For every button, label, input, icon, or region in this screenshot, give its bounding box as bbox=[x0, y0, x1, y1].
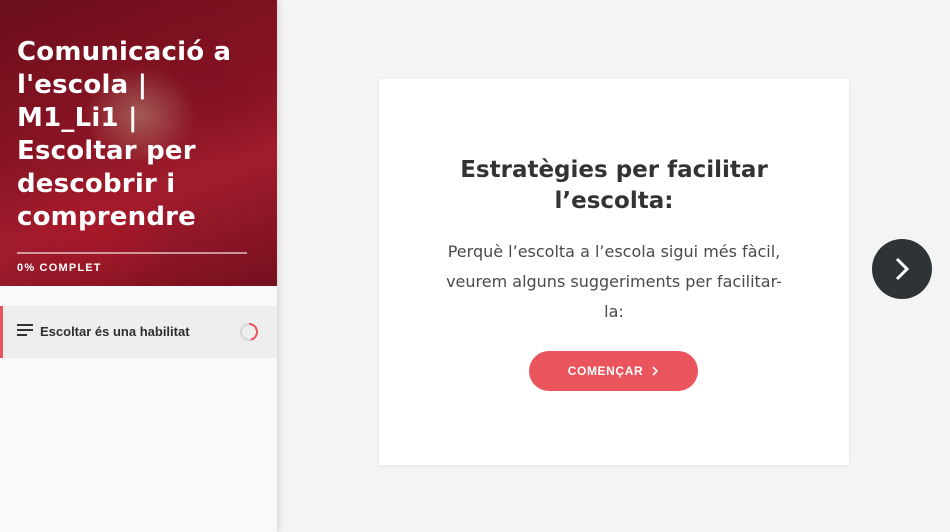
menu-lines-icon bbox=[17, 324, 33, 338]
progress-ring-icon bbox=[240, 322, 258, 341]
course-title: Comunicació a l'escola | M1_Li1 | Escolt… bbox=[17, 37, 232, 232]
lesson-card: Estratègies per facilitar l’escolta: Per… bbox=[379, 79, 849, 465]
course-cover: Comunicació a l'escola | M1_Li1 | Escolt… bbox=[0, 0, 277, 286]
course-progress-bar bbox=[17, 252, 247, 254]
lesson-description-line: la: bbox=[604, 302, 624, 321]
lesson-heading-line: l’escolta: bbox=[554, 188, 674, 214]
lesson-heading-line: Estratègies per facilitar bbox=[460, 157, 768, 183]
sidebar-item-escoltar-es-una-habilitat[interactable]: Escoltar és una habilitat bbox=[0, 306, 277, 358]
course-progress-label: 0% COMPLET bbox=[17, 262, 102, 274]
chevron-right-icon bbox=[652, 366, 659, 376]
course-sidebar: Comunicació a l'escola | M1_Li1 | Escolt… bbox=[0, 0, 277, 532]
start-button[interactable]: COMENÇAR bbox=[529, 351, 698, 391]
lesson-description-line: veurem alguns suggeriments per facilitar… bbox=[446, 272, 782, 291]
start-button-label: COMENÇAR bbox=[567, 364, 644, 378]
lesson-heading: Estratègies per facilitar l’escolta: bbox=[379, 155, 849, 217]
lesson-description-line: Perquè l’escolta a l’escola sigui més fà… bbox=[447, 242, 781, 261]
sidebar-item-label: Escoltar és una habilitat bbox=[40, 324, 190, 339]
next-lesson-button[interactable] bbox=[872, 239, 932, 299]
chevron-right-icon bbox=[895, 257, 910, 281]
lesson-description: Perquè l’escolta a l’escola sigui més fà… bbox=[439, 237, 789, 327]
